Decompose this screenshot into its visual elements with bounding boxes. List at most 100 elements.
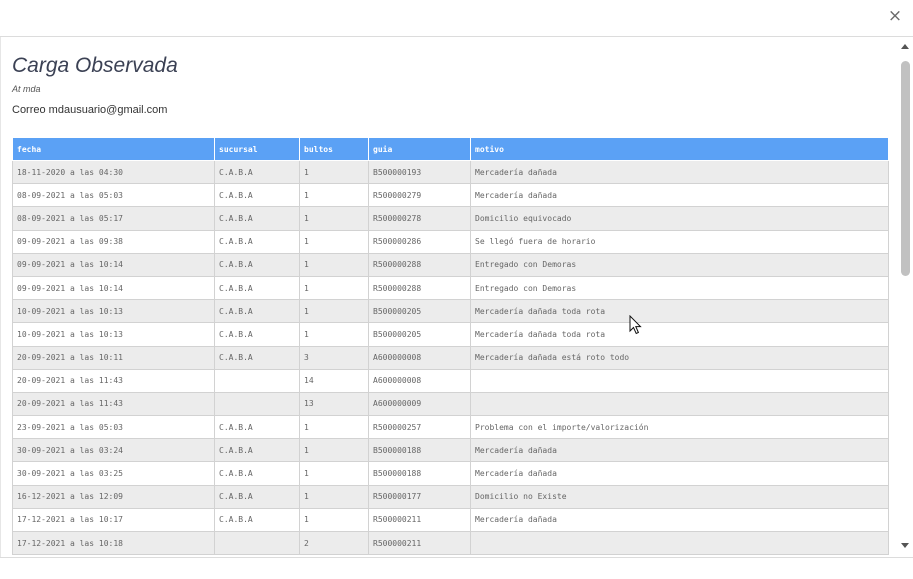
cell-fecha: 20-09-2021 a las 10:11 — [12, 345, 215, 370]
cell-motivo: Mercadería dañada toda rota — [470, 322, 889, 347]
cell-guia: R500000211 — [368, 530, 471, 556]
cell-motivo — [470, 368, 889, 393]
cell-sucursal: C.A.B.A — [214, 299, 300, 324]
cell-sucursal: C.A.B.A — [214, 322, 300, 347]
cell-sucursal: C.A.B.A — [214, 438, 300, 463]
table-row: 30-09-2021 a las 03:25 C.A.B.A 1 B500000… — [12, 461, 889, 486]
cell-guia: R500000257 — [368, 415, 471, 440]
vertical-scrollbar[interactable] — [899, 37, 913, 557]
close-icon[interactable]: × — [887, 7, 903, 25]
table-row: 23-09-2021 a las 05:03 C.A.B.A 1 R500000… — [12, 415, 889, 440]
cell-fecha: 18-11-2020 a las 04:30 — [12, 159, 215, 185]
column-header-guia[interactable]: guia — [368, 137, 471, 161]
cell-motivo: Entregado con Demoras — [470, 252, 889, 277]
cell-guia: R500000288 — [368, 275, 471, 301]
cell-motivo: Mercadería dañada — [470, 183, 889, 208]
cell-bultos: 14 — [299, 368, 369, 393]
table-row: 20-09-2021 a las 10:11 C.A.B.A 3 A600000… — [12, 345, 889, 370]
cell-motivo: Mercadería dañada — [470, 461, 889, 486]
cell-sucursal — [214, 368, 300, 393]
table-row: 18-11-2020 a las 04:30 C.A.B.A 1 B500000… — [12, 159, 889, 185]
cell-guia: A600000008 — [368, 345, 471, 370]
table-row: 09-09-2021 a las 10:14 C.A.B.A 1 R500000… — [12, 252, 889, 277]
cell-fecha: 09-09-2021 a las 10:14 — [12, 252, 215, 277]
column-header-bultos[interactable]: bultos — [299, 137, 369, 161]
chevron-up-icon[interactable] — [901, 44, 909, 49]
cell-bultos: 1 — [299, 252, 369, 277]
cell-guia: B500000205 — [368, 322, 471, 347]
table-row: 08-09-2021 a las 05:17 C.A.B.A 1 R500000… — [12, 206, 889, 231]
cell-motivo: Entregado con Demoras — [470, 275, 889, 301]
cell-fecha: 16-12-2021 a las 12:09 — [12, 484, 215, 509]
cell-sucursal — [214, 391, 300, 417]
cell-guia: B500000188 — [368, 438, 471, 463]
cell-sucursal: C.A.B.A — [214, 206, 300, 231]
cell-guia: R500000286 — [368, 229, 471, 254]
observed-cargo-table: fecha sucursal bultos guia motivo 18-11-… — [12, 137, 889, 556]
cell-bultos: 1 — [299, 275, 369, 301]
page-title: Carga Observada — [12, 54, 178, 77]
cell-motivo: Mercadería dañada toda rota — [470, 299, 889, 324]
column-header-motivo[interactable]: motivo — [470, 137, 889, 161]
cell-bultos: 1 — [299, 322, 369, 347]
table-row: 10-09-2021 a las 10:13 C.A.B.A 1 B500000… — [12, 299, 889, 324]
cell-bultos: 1 — [299, 415, 369, 440]
cell-fecha: 09-09-2021 a las 09:38 — [12, 229, 215, 254]
cell-motivo: Se llegó fuera de horario — [470, 229, 889, 254]
dialog-body: Carga Observada At mda Correo mdausuario… — [1, 37, 899, 557]
cell-fecha: 30-09-2021 a las 03:24 — [12, 438, 215, 463]
table-row: 30-09-2021 a las 03:24 C.A.B.A 1 B500000… — [12, 438, 889, 463]
dialog-footer — [0, 557, 913, 579]
cell-guia: R500000211 — [368, 507, 471, 533]
cell-sucursal: C.A.B.A — [214, 507, 300, 533]
user-email: Correo mdausuario@gmail.com — [12, 104, 168, 116]
cell-fecha: 08-09-2021 a las 05:03 — [12, 183, 215, 208]
table-row: 17-12-2021 a las 10:17 C.A.B.A 1 R500000… — [12, 507, 889, 533]
cell-sucursal: C.A.B.A — [214, 461, 300, 486]
cell-guia: R500000177 — [368, 484, 471, 509]
table-row: 08-09-2021 a las 05:03 C.A.B.A 1 R500000… — [12, 183, 889, 208]
cell-sucursal: C.A.B.A — [214, 275, 300, 301]
cell-sucursal: C.A.B.A — [214, 159, 300, 185]
cell-bultos: 1 — [299, 159, 369, 185]
cell-fecha: 23-09-2021 a las 05:03 — [12, 415, 215, 440]
cell-sucursal: C.A.B.A — [214, 229, 300, 254]
cell-motivo: Mercadería dañada — [470, 507, 889, 533]
cell-guia: B500000188 — [368, 461, 471, 486]
cell-bultos: 13 — [299, 391, 369, 417]
cell-motivo: Problema con el importe/valorización — [470, 415, 889, 440]
cell-bultos: 2 — [299, 530, 369, 556]
cell-motivo: Mercadería dañada está roto todo — [470, 345, 889, 370]
cell-guia: R500000278 — [368, 206, 471, 231]
cell-motivo: Domicilio no Existe — [470, 484, 889, 509]
cell-sucursal: C.A.B.A — [214, 252, 300, 277]
cell-fecha: 10-09-2021 a las 10:13 — [12, 299, 215, 324]
cell-sucursal: C.A.B.A — [214, 415, 300, 440]
cell-fecha: 17-12-2021 a las 10:18 — [12, 530, 215, 556]
cell-fecha: 08-09-2021 a las 05:17 — [12, 206, 215, 231]
cell-fecha: 20-09-2021 a las 11:43 — [12, 368, 215, 393]
column-header-sucursal[interactable]: sucursal — [214, 137, 300, 161]
cell-fecha: 30-09-2021 a las 03:25 — [12, 461, 215, 486]
cell-bultos: 1 — [299, 229, 369, 254]
scrollbar-thumb[interactable] — [901, 61, 910, 276]
cell-bultos: 1 — [299, 484, 369, 509]
column-header-fecha[interactable]: fecha — [12, 137, 215, 161]
cell-guia: A600000009 — [368, 391, 471, 417]
cell-bultos: 1 — [299, 206, 369, 231]
cell-guia: B500000193 — [368, 159, 471, 185]
cell-guia: B500000205 — [368, 299, 471, 324]
cell-guia: R500000288 — [368, 252, 471, 277]
cell-motivo: Mercadería dañada — [470, 159, 889, 185]
chevron-down-icon[interactable] — [901, 543, 909, 548]
page-subtitle: At mda — [12, 84, 41, 94]
cell-fecha: 20-09-2021 a las 11:43 — [12, 391, 215, 417]
cell-fecha: 17-12-2021 a las 10:17 — [12, 507, 215, 533]
cell-bultos: 3 — [299, 345, 369, 370]
cell-bultos: 1 — [299, 299, 369, 324]
cell-fecha: 10-09-2021 a las 10:13 — [12, 322, 215, 347]
cell-sucursal: C.A.B.A — [214, 345, 300, 370]
cell-sucursal: C.A.B.A — [214, 484, 300, 509]
table-row: 16-12-2021 a las 12:09 C.A.B.A 1 R500000… — [12, 484, 889, 509]
table-row: 09-09-2021 a las 10:14 C.A.B.A 1 R500000… — [12, 275, 889, 301]
